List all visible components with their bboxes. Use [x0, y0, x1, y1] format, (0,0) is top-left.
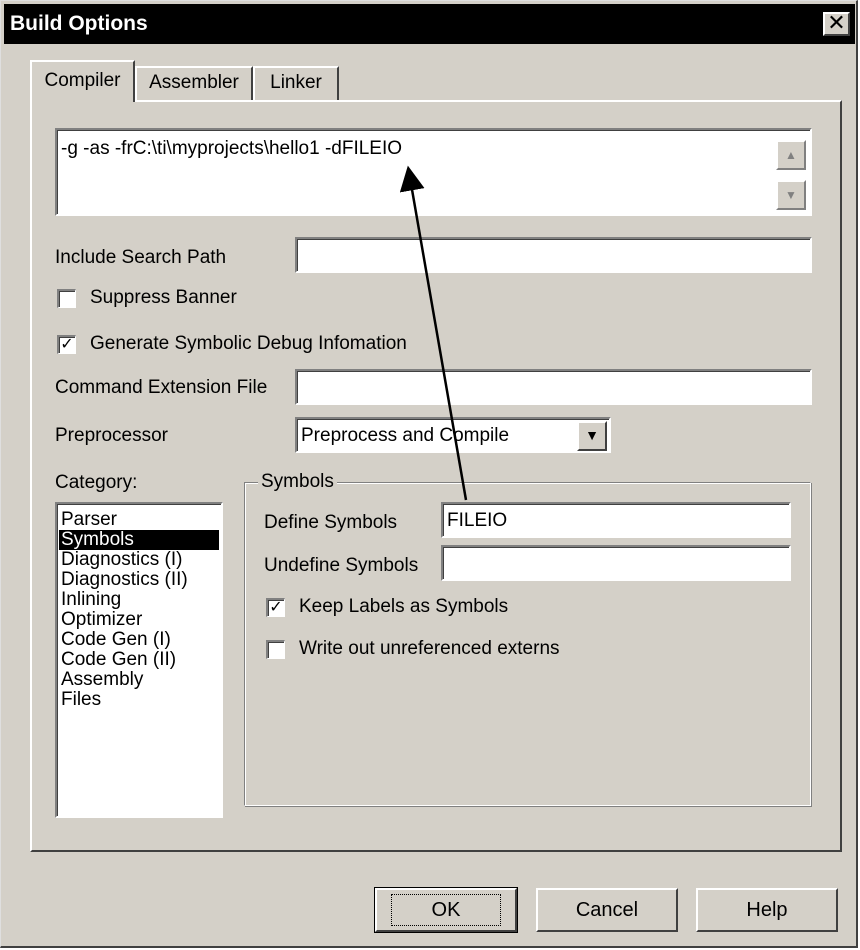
tab-compiler-label: Compiler: [44, 70, 121, 91]
tab-compiler[interactable]: Compiler: [30, 60, 135, 102]
annotation-arrow: [399, 165, 468, 501]
